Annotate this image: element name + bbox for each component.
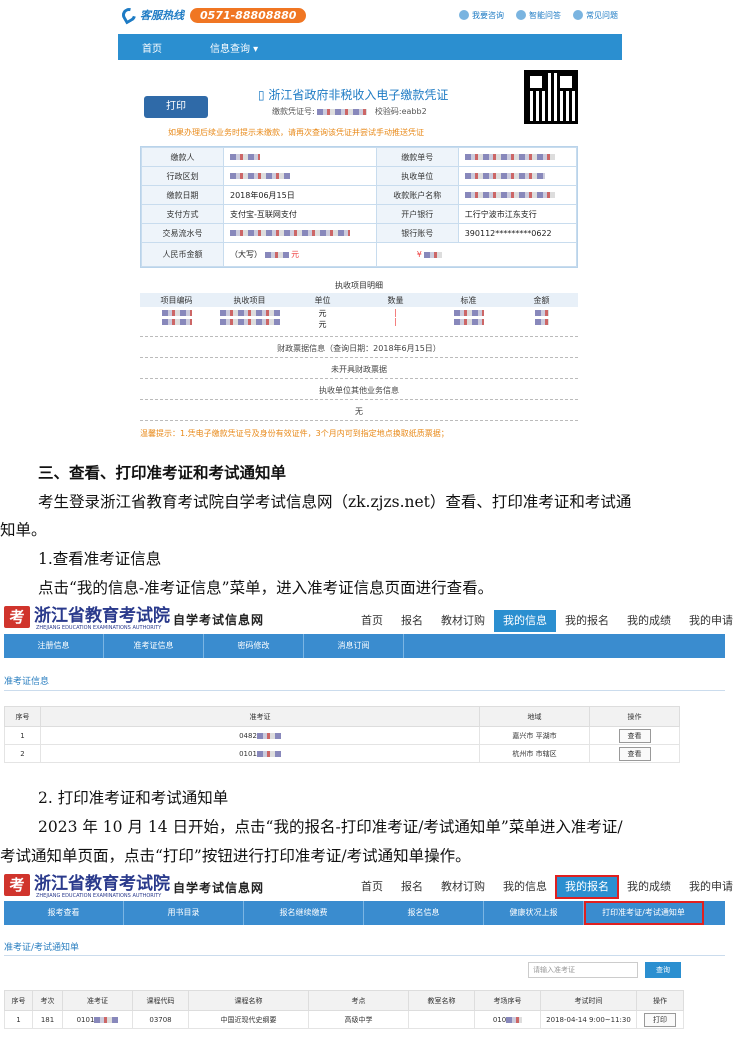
qa-link[interactable]: 智能问答 bbox=[516, 10, 561, 21]
voucher-title: ▯ 浙江省政府非税收入电子缴款凭证 bbox=[258, 88, 449, 102]
detail-columns: 项目编码 执收项目 单位 数量 标准 金额 bbox=[140, 293, 578, 307]
section-heading: 三、查看、打印准考证和考试通知单 bbox=[38, 464, 287, 482]
nav-home[interactable]: 首页 bbox=[352, 610, 392, 632]
tab-continue-pay[interactable]: 报名继续缴费 bbox=[244, 901, 364, 925]
table-row: 1 0482 嘉兴市 平湖市 查看 bbox=[4, 726, 680, 745]
site-logo: 考 浙江省教育考试院 自学考试信息网 ZHEJIANG EDUCATION EX… bbox=[4, 605, 264, 631]
view-button[interactable]: 查看 bbox=[618, 746, 651, 761]
paragraph: 考生登录浙江省教育考试院自学考试信息网（zk.zjzs.net）查看、打印准考证… bbox=[38, 493, 632, 511]
nav-my-info[interactable]: 我的信息 bbox=[494, 876, 556, 898]
table-row: 2 0101 杭州市 市辖区 查看 bbox=[4, 744, 680, 763]
nav-my-apply[interactable]: 我的申请 bbox=[680, 876, 742, 898]
table-row: 行政区划 执收单位 bbox=[141, 166, 578, 186]
robot-icon bbox=[516, 10, 526, 20]
voucher-subtitle: 缴款凭证号: 校验码:eabb2 bbox=[272, 107, 427, 116]
signup-tabs: 报考查看 用书目录 报名继续缴费 报名信息 健康状况上报 打印准考证/考试通知单 bbox=[4, 901, 725, 925]
paragraph: 考试通知单页面，点击“打印”按钮进行打印准考证/考试通知单操作。 bbox=[0, 847, 471, 865]
question-icon bbox=[573, 10, 583, 20]
view-button[interactable]: 查看 bbox=[618, 728, 651, 743]
table-row: 缴款人 缴款单号 bbox=[141, 147, 578, 167]
ticket-table: 序号 准考证 地域 操作 1 0482 嘉兴市 平湖市 查看 2 0101 杭州市 市辖区 查看 bbox=[4, 706, 680, 763]
table-row: 人民币金额 （大写） 元 ¥ bbox=[141, 242, 578, 267]
ticket-search-input[interactable]: 请输入准考证 bbox=[528, 962, 638, 978]
paragraph: 2023 年 10 月 14 日开始，点击“我的报名-打印准考证/考试通知单”菜… bbox=[38, 818, 623, 836]
finance-bill-info: 财政票据信息（查询日期：2018年6月15日） bbox=[277, 344, 441, 353]
faq-link[interactable]: 常见问题 bbox=[573, 10, 618, 21]
nav-home[interactable]: 首页 bbox=[352, 876, 392, 898]
nav-signup[interactable]: 报名 bbox=[392, 610, 432, 632]
nav-my-scores[interactable]: 我的成绩 bbox=[618, 876, 680, 898]
print-button[interactable]: 打印 bbox=[144, 96, 208, 118]
print-ticket-button[interactable]: 打印 bbox=[644, 1012, 676, 1027]
voucher-body: 打印 ▯ 浙江省政府非税收入电子缴款凭证 缴款凭证号: 校验码:eabb2 如果… bbox=[118, 60, 622, 455]
nav-my-signup[interactable]: 我的报名 bbox=[555, 875, 619, 899]
subheading: 1.查看准考证信息 bbox=[38, 550, 162, 568]
tab-register-info[interactable]: 注册信息 bbox=[4, 634, 104, 658]
section-title: 准考证信息 bbox=[4, 677, 50, 687]
consult-link[interactable]: 我要咨询 bbox=[459, 10, 504, 21]
none-value: 无 bbox=[355, 407, 363, 416]
table-row: 支付方式 支付宝-互联网支付 开户银行 工行宁波市江东支行 bbox=[141, 204, 578, 224]
site-logo: 考 浙江省教育考试院 自学考试信息网 ZHEJIANG EDUCATION EX… bbox=[4, 873, 264, 899]
tab-ticket-info[interactable]: 准考证信息 bbox=[104, 634, 204, 658]
table-row: 交易流水号 银行账号 390112*********0622 bbox=[141, 223, 578, 243]
nav-my-info[interactable]: 我的信息 bbox=[494, 610, 556, 632]
subheading: 2. 打印准考证和考试通知单 bbox=[38, 789, 229, 807]
detail-rows: 元元 | | bbox=[140, 308, 578, 330]
logo-mark: 考 bbox=[4, 605, 30, 628]
hotline-bar: 客服热线 0571-88808880 我要咨询 智能问答 常见问题 bbox=[118, 0, 622, 30]
phone-icon bbox=[119, 5, 139, 25]
detail-heading: 执收项目明细 bbox=[335, 281, 383, 290]
nav-books[interactable]: 教材订购 bbox=[432, 876, 494, 898]
nav-my-apply[interactable]: 我的申请 bbox=[680, 610, 742, 632]
site-nav: 首页 报名 教材订购 我的信息 我的报名 我的成绩 我的申请 bbox=[352, 875, 742, 899]
nav-books[interactable]: 教材订购 bbox=[432, 610, 494, 632]
table-row: 缴款日期 2018年06月15日 收款账户名称 bbox=[141, 185, 578, 205]
chat-icon bbox=[459, 10, 469, 20]
voucher-note: 如果办理后续业务时提示未缴款，请再次查询该凭证并尝试手动推送凭证 bbox=[168, 128, 424, 137]
tab-print-ticket[interactable]: 打印准考证/考试通知单 bbox=[584, 901, 704, 925]
tab-signup-info[interactable]: 报名信息 bbox=[364, 901, 484, 925]
voucher-table: 缴款人 缴款单号 行政区划 执收单位 缴款日期 2018年06月15日 收款账户名称 支… bbox=[140, 146, 578, 268]
voucher-nav: 首页 信息查询 ▾ bbox=[118, 34, 622, 60]
tab-password[interactable]: 密码修改 bbox=[204, 634, 304, 658]
section-title: 准考证/考试通知单 bbox=[4, 943, 80, 953]
reminder-tip: 温馨提示：1.凭电子缴款凭证号及身份有效证件，3个月内可到指定地点换取纸质票据； bbox=[140, 429, 449, 438]
payment-voucher-screenshot: 客服热线 0571-88808880 我要咨询 智能问答 常见问题 首页 信息查… bbox=[118, 0, 622, 455]
hotline-label: 客服热线 bbox=[140, 9, 184, 22]
notice-table: 序号 考次 准考证 课程代码 课程名称 考点 教室名称 考场序号 考试时间 操作 1 181 0101… bbox=[4, 990, 684, 1029]
paragraph: 点击“我的信息-准考证信息”菜单，进入准考证信息页面进行查看。 bbox=[38, 579, 494, 597]
nav-query[interactable]: 信息查询 ▾ bbox=[186, 40, 282, 55]
table-row: 1 181 0101 03708 中国近现代史纲要 高级中学 010 2018-04-14 9… bbox=[4, 1010, 684, 1029]
hotline-number: 0571-88808880 bbox=[190, 7, 307, 23]
tab-signup-view[interactable]: 报考查看 bbox=[4, 901, 124, 925]
nav-signup[interactable]: 报名 bbox=[392, 876, 432, 898]
nav-my-signup[interactable]: 我的报名 bbox=[556, 610, 618, 632]
tab-book-list[interactable]: 用书目录 bbox=[124, 901, 244, 925]
logo-mark: 考 bbox=[4, 873, 30, 896]
nav-home[interactable]: 首页 bbox=[118, 40, 186, 55]
tab-subscribe[interactable]: 消息订阅 bbox=[304, 634, 404, 658]
site-nav: 首页 报名 教材订购 我的信息 我的报名 我的成绩 我的申请 bbox=[352, 610, 742, 632]
qr-code bbox=[524, 70, 578, 124]
search-button[interactable]: 查询 bbox=[645, 962, 681, 978]
no-bill: 未开具财政票据 bbox=[331, 365, 387, 374]
tab-health-report[interactable]: 健康状况上报 bbox=[484, 901, 584, 925]
nav-my-scores[interactable]: 我的成绩 bbox=[618, 610, 680, 632]
info-tabs: 注册信息 准考证信息 密码修改 消息订阅 bbox=[4, 634, 725, 658]
paragraph: 知单。 bbox=[0, 521, 47, 539]
other-info: 执收单位其他业务信息 bbox=[319, 386, 399, 395]
help-links: 我要咨询 智能问答 常见问题 bbox=[459, 10, 618, 21]
